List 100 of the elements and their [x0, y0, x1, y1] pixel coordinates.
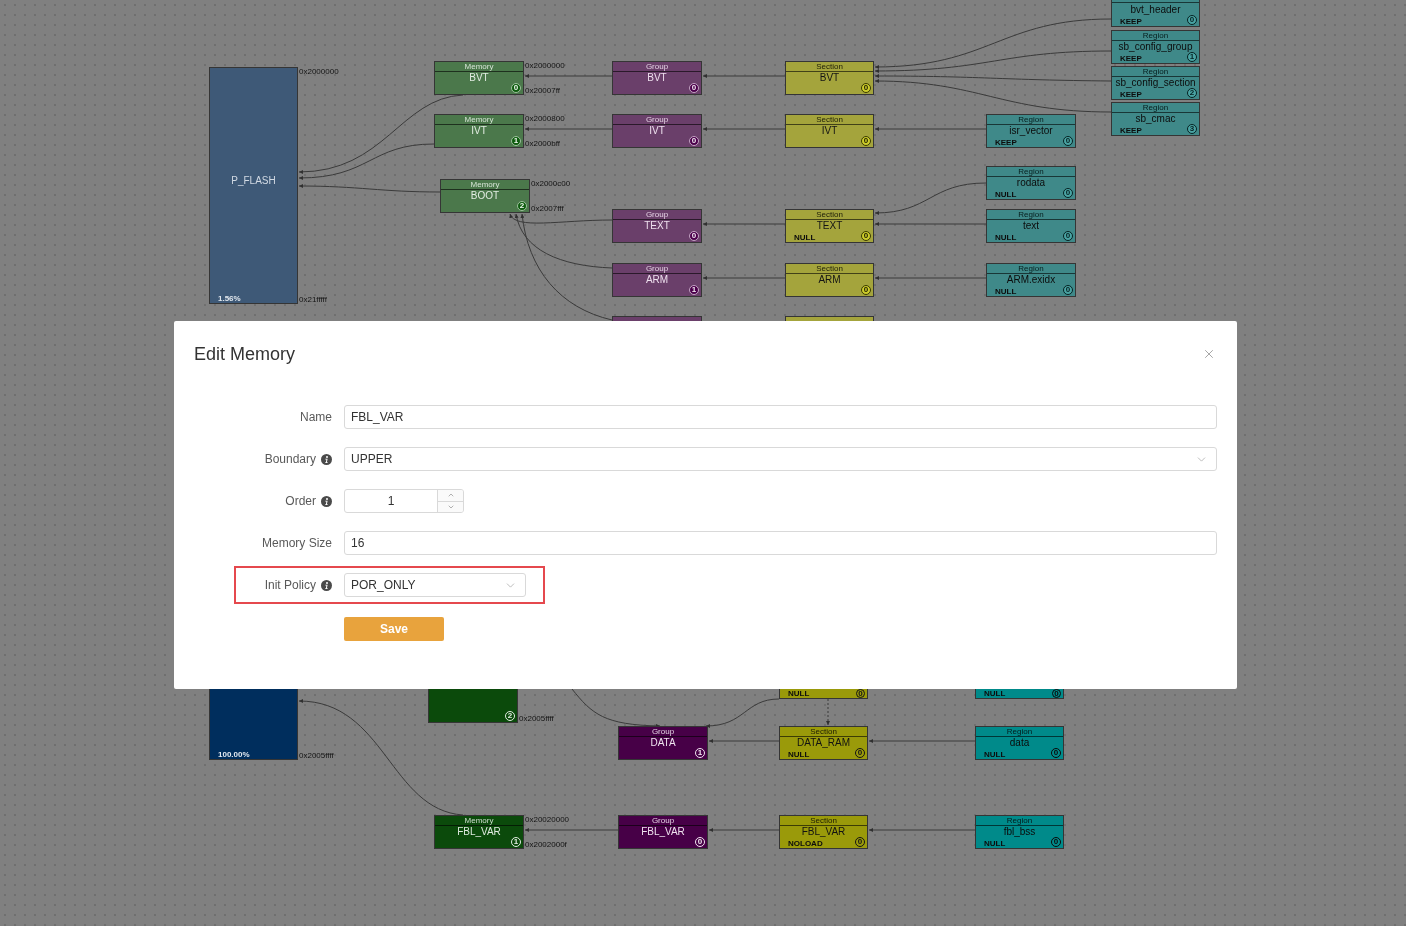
- address-label: 0x2000c00: [531, 179, 571, 188]
- section-node[interactable]: Section ARM 0: [785, 263, 874, 297]
- usage-label: 100.00%: [218, 750, 250, 759]
- text-input[interactable]: 16: [344, 531, 1217, 555]
- flag-label: NULL: [995, 233, 1017, 242]
- number-field[interactable]: 1: [344, 489, 464, 513]
- group-node[interactable]: Group FBL_VAR 0: [618, 815, 708, 849]
- field-label: Name: [300, 410, 332, 424]
- section-node[interactable]: Section BVT 0: [785, 61, 874, 95]
- section-node[interactable]: Section DATA_RAM NULL 0: [779, 726, 868, 760]
- node-type-label: Section: [810, 816, 837, 825]
- node-type-label: Region: [1018, 264, 1044, 273]
- memory-node[interactable]: Memory IVT 1: [434, 114, 524, 148]
- number-badge: 0: [689, 231, 699, 241]
- number-badge: 1: [1187, 52, 1197, 62]
- dialog-title: Edit Memory: [194, 343, 296, 366]
- region-node[interactable]: Region rodata NULL 0: [986, 166, 1076, 200]
- number-badge: 2: [517, 201, 527, 211]
- address-label: 0x2000800: [525, 114, 565, 123]
- flag-label: KEEP: [1120, 90, 1142, 99]
- group-node[interactable]: Group ARM 1: [612, 263, 702, 297]
- region-node[interactable]: Region fbl_bss NULL 0: [975, 815, 1064, 849]
- usage-label: 1.56%: [218, 294, 241, 303]
- flag-label: NULL: [984, 839, 1006, 848]
- close-icon: [1202, 347, 1216, 361]
- device-node[interactable]: 100.00%: [209, 689, 298, 760]
- region-node[interactable]: Region sb_config_section KEEP 2: [1111, 66, 1200, 100]
- node-title: data: [1009, 737, 1030, 749]
- decrement-button[interactable]: [438, 501, 463, 512]
- flag-label: NULL: [995, 287, 1017, 296]
- node-type-label: Group: [651, 727, 675, 736]
- node-title: IVT: [471, 125, 487, 137]
- address-label: 0x2000bff: [525, 139, 560, 148]
- memory-node[interactable]: Memory BVT 0: [434, 61, 524, 95]
- section-node[interactable]: [785, 316, 874, 321]
- text-input[interactable]: FBL_VAR: [344, 405, 1217, 429]
- number-badge: 0: [689, 83, 699, 93]
- section-node[interactable]: Section FBL_VAR NOLOAD 0: [779, 815, 868, 849]
- node-title: BVT: [647, 72, 667, 84]
- address-label: 0x2005ffff: [299, 751, 334, 760]
- node-type-label: Group: [645, 115, 669, 124]
- flag-label: NULL: [794, 233, 816, 242]
- node-type-label: Group: [645, 264, 669, 273]
- group-node[interactable]: Group BVT 0: [612, 61, 702, 95]
- number-input[interactable]: 1: [345, 490, 437, 512]
- number-badge: 0: [861, 136, 871, 146]
- region-node[interactable]: bvt_header KEEP 0: [1111, 0, 1200, 27]
- memory-node[interactable]: Memory FBL_VAR 1: [434, 815, 524, 849]
- number-badge: 0: [1063, 136, 1073, 146]
- number-badge: 1: [689, 285, 699, 295]
- address-label: 0x21fffff: [299, 295, 327, 304]
- group-node[interactable]: Group TEXT 0: [612, 209, 702, 243]
- node-title: TEXT: [644, 220, 670, 232]
- node-type-label: Group: [645, 210, 669, 219]
- connector-line: [826, 698, 830, 726]
- node-title: sb_config_section: [1115, 77, 1196, 89]
- address-label: 0x2002000f: [525, 840, 567, 849]
- group-node[interactable]: Group DATA 1: [618, 726, 708, 760]
- node-type-label: Section: [816, 264, 843, 273]
- select-field[interactable]: UPPER: [344, 447, 1217, 471]
- region-node[interactable]: Region sb_config_group KEEP 1: [1111, 30, 1200, 64]
- region-node[interactable]: Region data NULL 0: [975, 726, 1064, 760]
- flag-label: KEEP: [1120, 126, 1142, 135]
- number-badge: 2: [1187, 88, 1197, 98]
- flag-label: KEEP: [995, 138, 1017, 147]
- section-node[interactable]: Section IVT 0: [785, 114, 874, 148]
- select-field[interactable]: POR_ONLY: [344, 573, 526, 597]
- node-type-label: Region: [1006, 727, 1033, 736]
- node-type-label: Region: [1142, 67, 1169, 76]
- address-label: 0x2000000: [525, 61, 565, 70]
- node-type-label: Memory: [464, 816, 494, 825]
- increment-button[interactable]: [438, 490, 463, 502]
- group-node[interactable]: [612, 316, 702, 321]
- region-node[interactable]: Region isr_vector KEEP 0: [986, 114, 1076, 148]
- node-type-label: Section: [810, 727, 837, 736]
- address-label: 0x20007ff: [525, 86, 560, 95]
- address-label: 0x2000000: [299, 67, 339, 76]
- node-type-label: Region: [1142, 31, 1169, 40]
- region-node[interactable]: Region sb_cmac KEEP 3: [1111, 102, 1200, 136]
- flag-label: NULL: [788, 750, 810, 759]
- section-node[interactable]: Section TEXT NULL 0: [785, 209, 874, 243]
- close-button[interactable]: [1202, 347, 1216, 361]
- node-title: sb_cmac: [1135, 113, 1176, 125]
- group-node[interactable]: Group IVT 0: [612, 114, 702, 148]
- node-title: TEXT: [816, 220, 843, 232]
- node-title: DATA_RAM: [797, 737, 850, 749]
- node-type-label: Region: [1018, 167, 1044, 176]
- field-label: Boundary: [264, 452, 316, 466]
- number-badge: 0: [1063, 285, 1073, 295]
- field-label: Init Policy: [264, 578, 316, 592]
- memory-node[interactable]: 2: [428, 689, 518, 723]
- number-badge: 0: [861, 83, 871, 93]
- node-type-label: Region: [1006, 816, 1033, 825]
- node-title: ARM.exidx: [1006, 274, 1056, 286]
- node-title: BOOT: [470, 190, 500, 202]
- memory-node[interactable]: Memory BOOT 2: [440, 179, 530, 213]
- region-node[interactable]: Region ARM.exidx NULL 0: [986, 263, 1076, 297]
- device-node[interactable]: P_FLASH 1.56%: [209, 67, 298, 304]
- region-node[interactable]: Region text NULL 0: [986, 209, 1076, 243]
- number-badge: 0: [1063, 188, 1073, 198]
